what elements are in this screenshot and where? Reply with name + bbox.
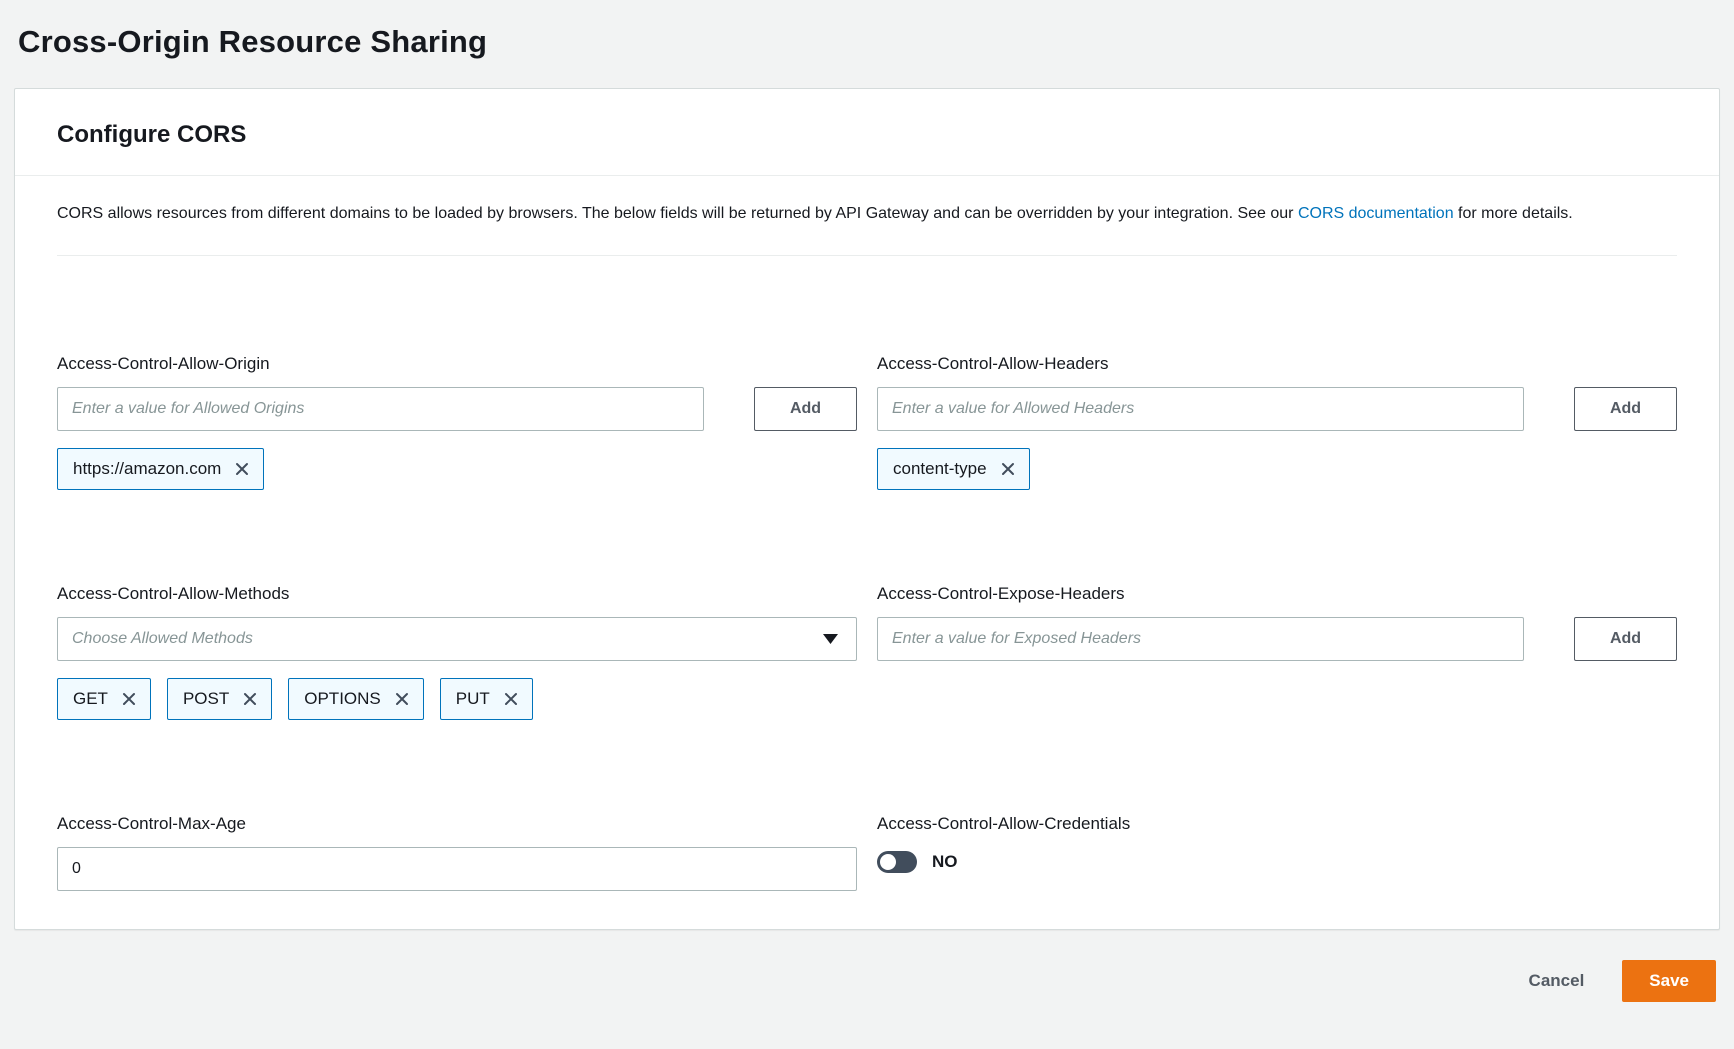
page-title: Cross-Origin Resource Sharing <box>14 0 1720 88</box>
allow-headers-add-button[interactable]: Add <box>1574 387 1677 431</box>
card-header: Configure CORS <box>15 89 1719 176</box>
method-token-post: POST <box>167 678 272 720</box>
allow-headers-label: Access-Control-Allow-Headers <box>877 354 1677 374</box>
cors-description: CORS allows resources from different dom… <box>57 202 1677 227</box>
configure-cors-card: Configure CORS CORS allows resources fro… <box>14 88 1720 930</box>
allow-credentials-toggle[interactable] <box>877 851 917 873</box>
allow-headers-tokens: content-type <box>877 448 1677 490</box>
close-icon[interactable] <box>234 461 250 477</box>
cancel-button[interactable]: Cancel <box>1529 961 1585 1001</box>
close-icon[interactable] <box>394 691 410 707</box>
allow-credentials-state: NO <box>932 852 958 872</box>
expose-headers-label: Access-Control-Expose-Headers <box>877 584 1677 604</box>
allow-credentials-label: Access-Control-Allow-Credentials <box>877 814 1677 834</box>
token-label: OPTIONS <box>304 689 381 709</box>
save-button[interactable]: Save <box>1622 960 1716 1002</box>
field-allow-headers: Access-Control-Allow-Headers Add content… <box>877 354 1677 490</box>
allow-credentials-toggle-row: NO <box>877 851 1677 873</box>
allow-origin-tokens: https://amazon.com <box>57 448 857 490</box>
allow-methods-tokens: GET POST OPTIONS <box>57 678 857 720</box>
token-label: PUT <box>456 689 490 709</box>
cors-documentation-link[interactable]: CORS documentation <box>1298 205 1454 222</box>
token-label: POST <box>183 689 229 709</box>
expose-headers-input[interactable] <box>877 617 1524 661</box>
max-age-label: Access-Control-Max-Age <box>57 814 857 834</box>
form-actions: Cancel Save <box>14 930 1720 1002</box>
allow-headers-token: content-type <box>877 448 1030 490</box>
allow-methods-placeholder: Choose Allowed Methods <box>72 630 253 648</box>
page: Cross-Origin Resource Sharing Configure … <box>0 0 1734 1022</box>
allow-origin-token: https://amazon.com <box>57 448 264 490</box>
method-token-get: GET <box>57 678 151 720</box>
method-token-put: PUT <box>440 678 533 720</box>
allow-methods-control-row: Choose Allowed Methods <box>57 617 857 661</box>
allow-origin-input[interactable] <box>57 387 704 431</box>
section-divider <box>57 255 1677 256</box>
allow-origin-add-button[interactable]: Add <box>754 387 857 431</box>
max-age-input[interactable] <box>57 847 857 891</box>
expose-headers-control-row: Add <box>877 617 1677 661</box>
token-label: content-type <box>893 459 987 479</box>
field-allow-methods: Access-Control-Allow-Methods Choose Allo… <box>57 584 857 720</box>
description-text-after: for more details. <box>1454 205 1573 222</box>
max-age-control-row <box>57 847 857 891</box>
allow-methods-select[interactable]: Choose Allowed Methods <box>57 617 857 661</box>
token-label: https://amazon.com <box>73 459 221 479</box>
close-icon[interactable] <box>242 691 258 707</box>
fields-grid: Access-Control-Allow-Origin Add https://… <box>57 354 1677 891</box>
field-max-age: Access-Control-Max-Age <box>57 814 857 891</box>
card-body: CORS allows resources from different dom… <box>15 176 1719 929</box>
toggle-knob <box>880 854 896 870</box>
method-token-options: OPTIONS <box>288 678 424 720</box>
close-icon[interactable] <box>503 691 519 707</box>
close-icon[interactable] <box>1000 461 1016 477</box>
allow-headers-control-row: Add <box>877 387 1677 431</box>
expose-headers-add-button[interactable]: Add <box>1574 617 1677 661</box>
allow-headers-input[interactable] <box>877 387 1524 431</box>
field-allow-origin: Access-Control-Allow-Origin Add https://… <box>57 354 857 490</box>
card-title: Configure CORS <box>57 121 1677 149</box>
allow-origin-control-row: Add <box>57 387 857 431</box>
token-label: GET <box>73 689 108 709</box>
allow-methods-label: Access-Control-Allow-Methods <box>57 584 857 604</box>
description-text-before: CORS allows resources from different dom… <box>57 205 1298 222</box>
field-expose-headers: Access-Control-Expose-Headers Add <box>877 584 1677 720</box>
close-icon[interactable] <box>121 691 137 707</box>
allow-origin-label: Access-Control-Allow-Origin <box>57 354 857 374</box>
chevron-down-icon <box>823 634 838 644</box>
field-allow-credentials: Access-Control-Allow-Credentials NO <box>877 814 1677 891</box>
